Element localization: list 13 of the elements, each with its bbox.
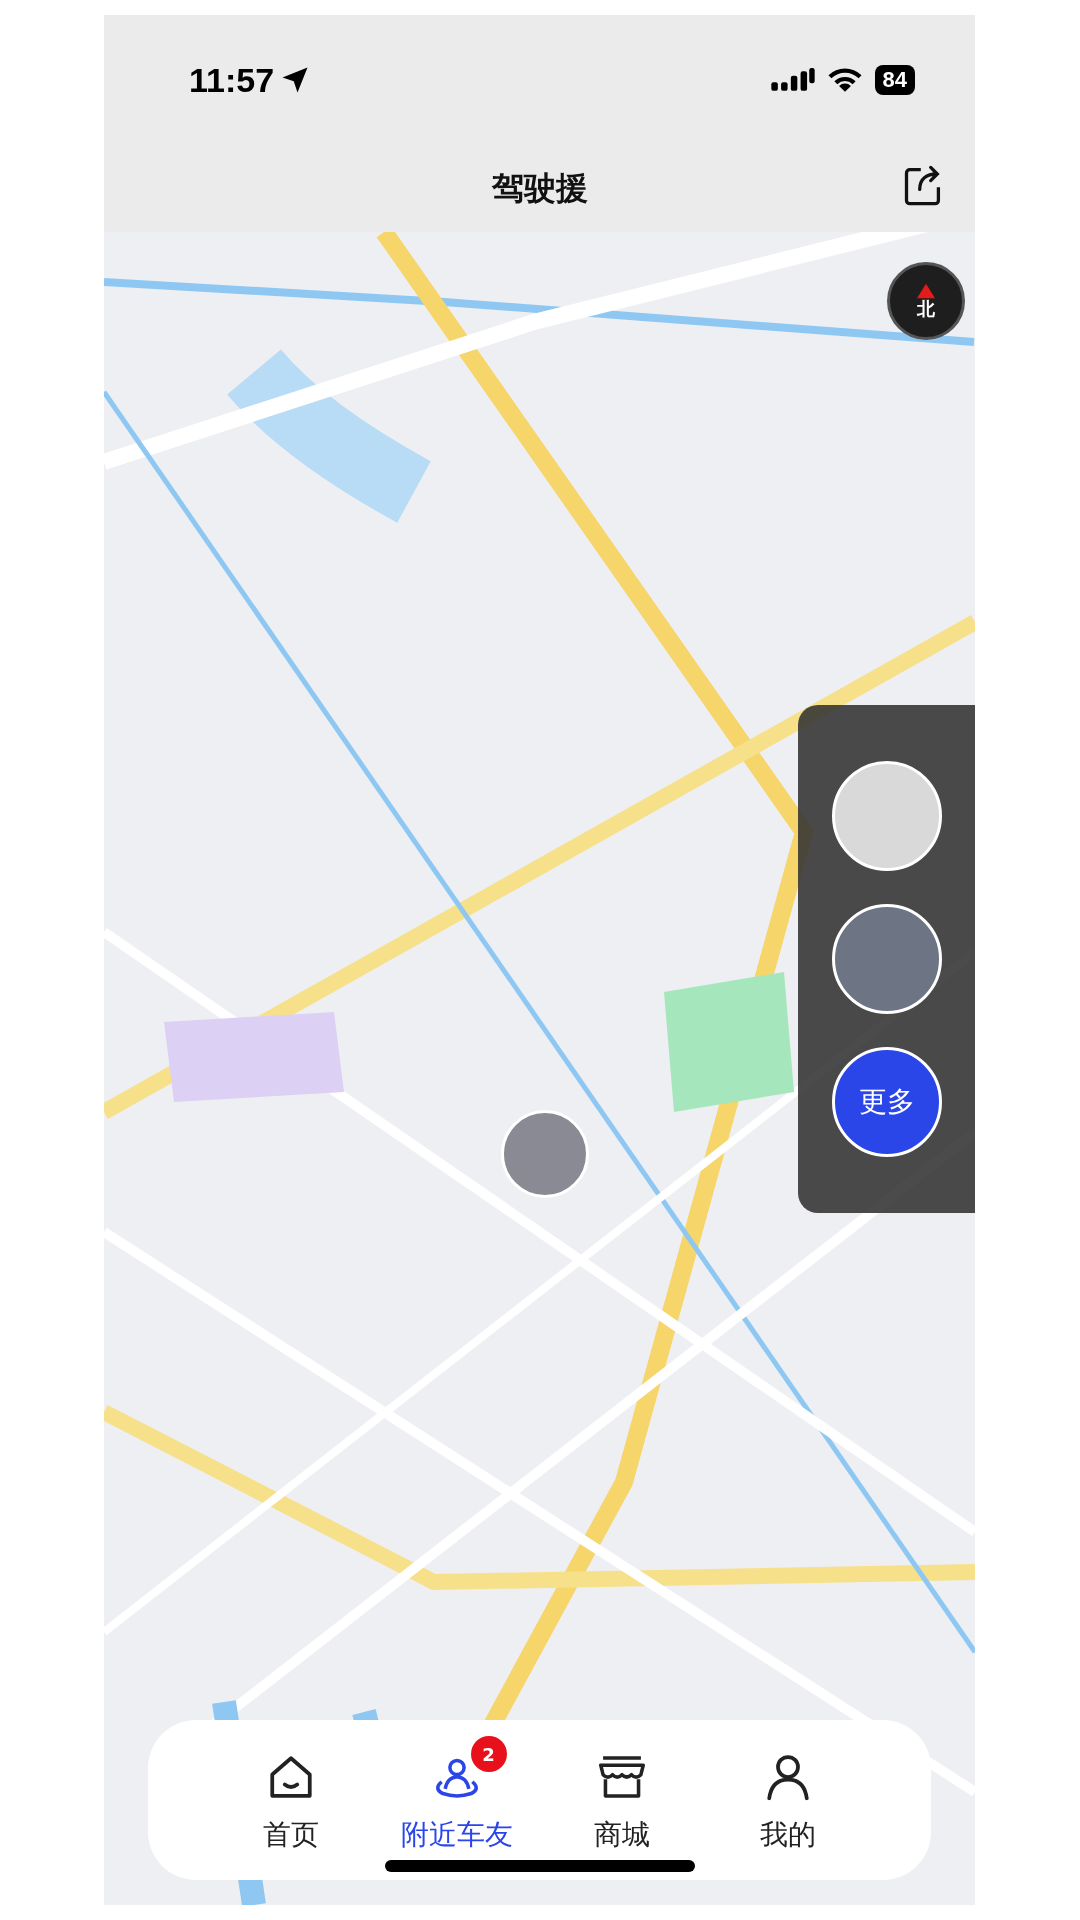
tab-item[interactable]: 我的 (707, 1732, 870, 1858)
compass-label: 北 (917, 299, 935, 319)
tab-item[interactable]: 商城 (541, 1732, 704, 1858)
page-title: 驾驶援 (491, 167, 588, 209)
north-arrow-icon (917, 283, 935, 300)
battery-indicator: 84 (874, 65, 915, 95)
signal-icon (770, 67, 815, 93)
status-time: 11:57 (189, 60, 275, 100)
tab-item[interactable]: 首页 (209, 1732, 372, 1858)
notification-badge: 2 (470, 1736, 507, 1772)
tab-item[interactable]: 2 附近车友 (375, 1732, 538, 1858)
more-button[interactable]: 更多 (831, 1046, 942, 1157)
wifi-icon (826, 67, 863, 93)
